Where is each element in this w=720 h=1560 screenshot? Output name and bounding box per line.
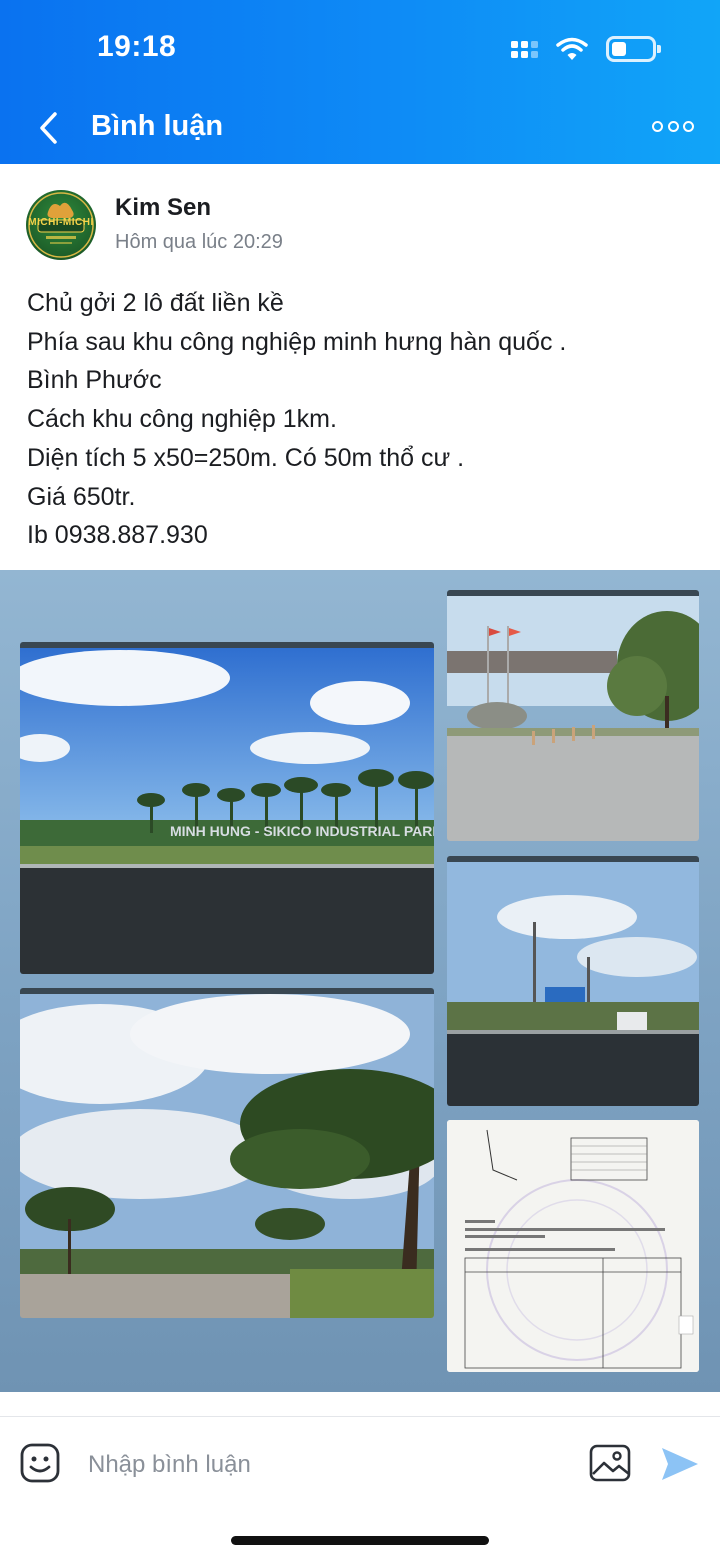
wifi-icon [556,37,588,60]
image-picker-icon[interactable] [589,1443,631,1483]
dot-icon [683,120,694,132]
home-indicator [231,1536,489,1545]
post-line: Phía sau khu công nghiệp minh hưng hàn q… [27,327,567,356]
photo-street-sign[interactable] [447,856,699,1106]
battery-icon [606,36,661,62]
emoji-button[interactable] [20,1443,60,1483]
page-title: Bình luận [91,110,224,142]
avatar-brand-text: MICHI-MICHI [28,217,94,228]
post-line: Chủ gởi 2 lô đất liền kề [27,289,284,317]
dot-icon [667,120,679,132]
app-header: 19:18 Bình luận [0,0,720,164]
author-name[interactable]: Kim Sen [115,194,211,222]
avatar[interactable]: MICHI-MICHI [26,190,96,260]
post-line: Giá 650tr. [27,482,136,511]
send-icon[interactable] [660,1446,700,1482]
photo-land-document[interactable] [447,1120,699,1372]
back-button[interactable] [30,108,70,148]
post-line: Cách khu công nghiệp 1km. [27,405,337,434]
photo-collage: MINH HUNG - SIKICO INDUSTRIAL PARK [0,570,720,1392]
comment-input[interactable] [88,1447,548,1483]
post-line: Bình Phước [27,366,162,395]
photo-trees-road[interactable] [20,988,434,1318]
photo-industrial-park[interactable]: MINH HUNG - SIKICO INDUSTRIAL PARK [20,642,434,974]
dot-icon [652,120,663,132]
park-sign-text: MINH HUNG - SIKICO INDUSTRIAL PARK [170,823,434,839]
post-timestamp: Hôm qua lúc 20:29 [115,231,283,253]
post-line: Diện tích 5 x50=250m. Có 50m thổ cư . [27,443,465,472]
photo-park-gate[interactable] [447,590,699,841]
more-options-button[interactable] [652,118,694,134]
post-content: Chủ gởi 2 lô đất liền kề Phía sau khu cô… [27,284,707,555]
status-icons [511,34,661,64]
cellular-signal-icon [511,40,538,58]
status-time: 19:18 [97,30,177,63]
post-phone-link[interactable]: Ib 0938.887.930 [27,516,707,555]
